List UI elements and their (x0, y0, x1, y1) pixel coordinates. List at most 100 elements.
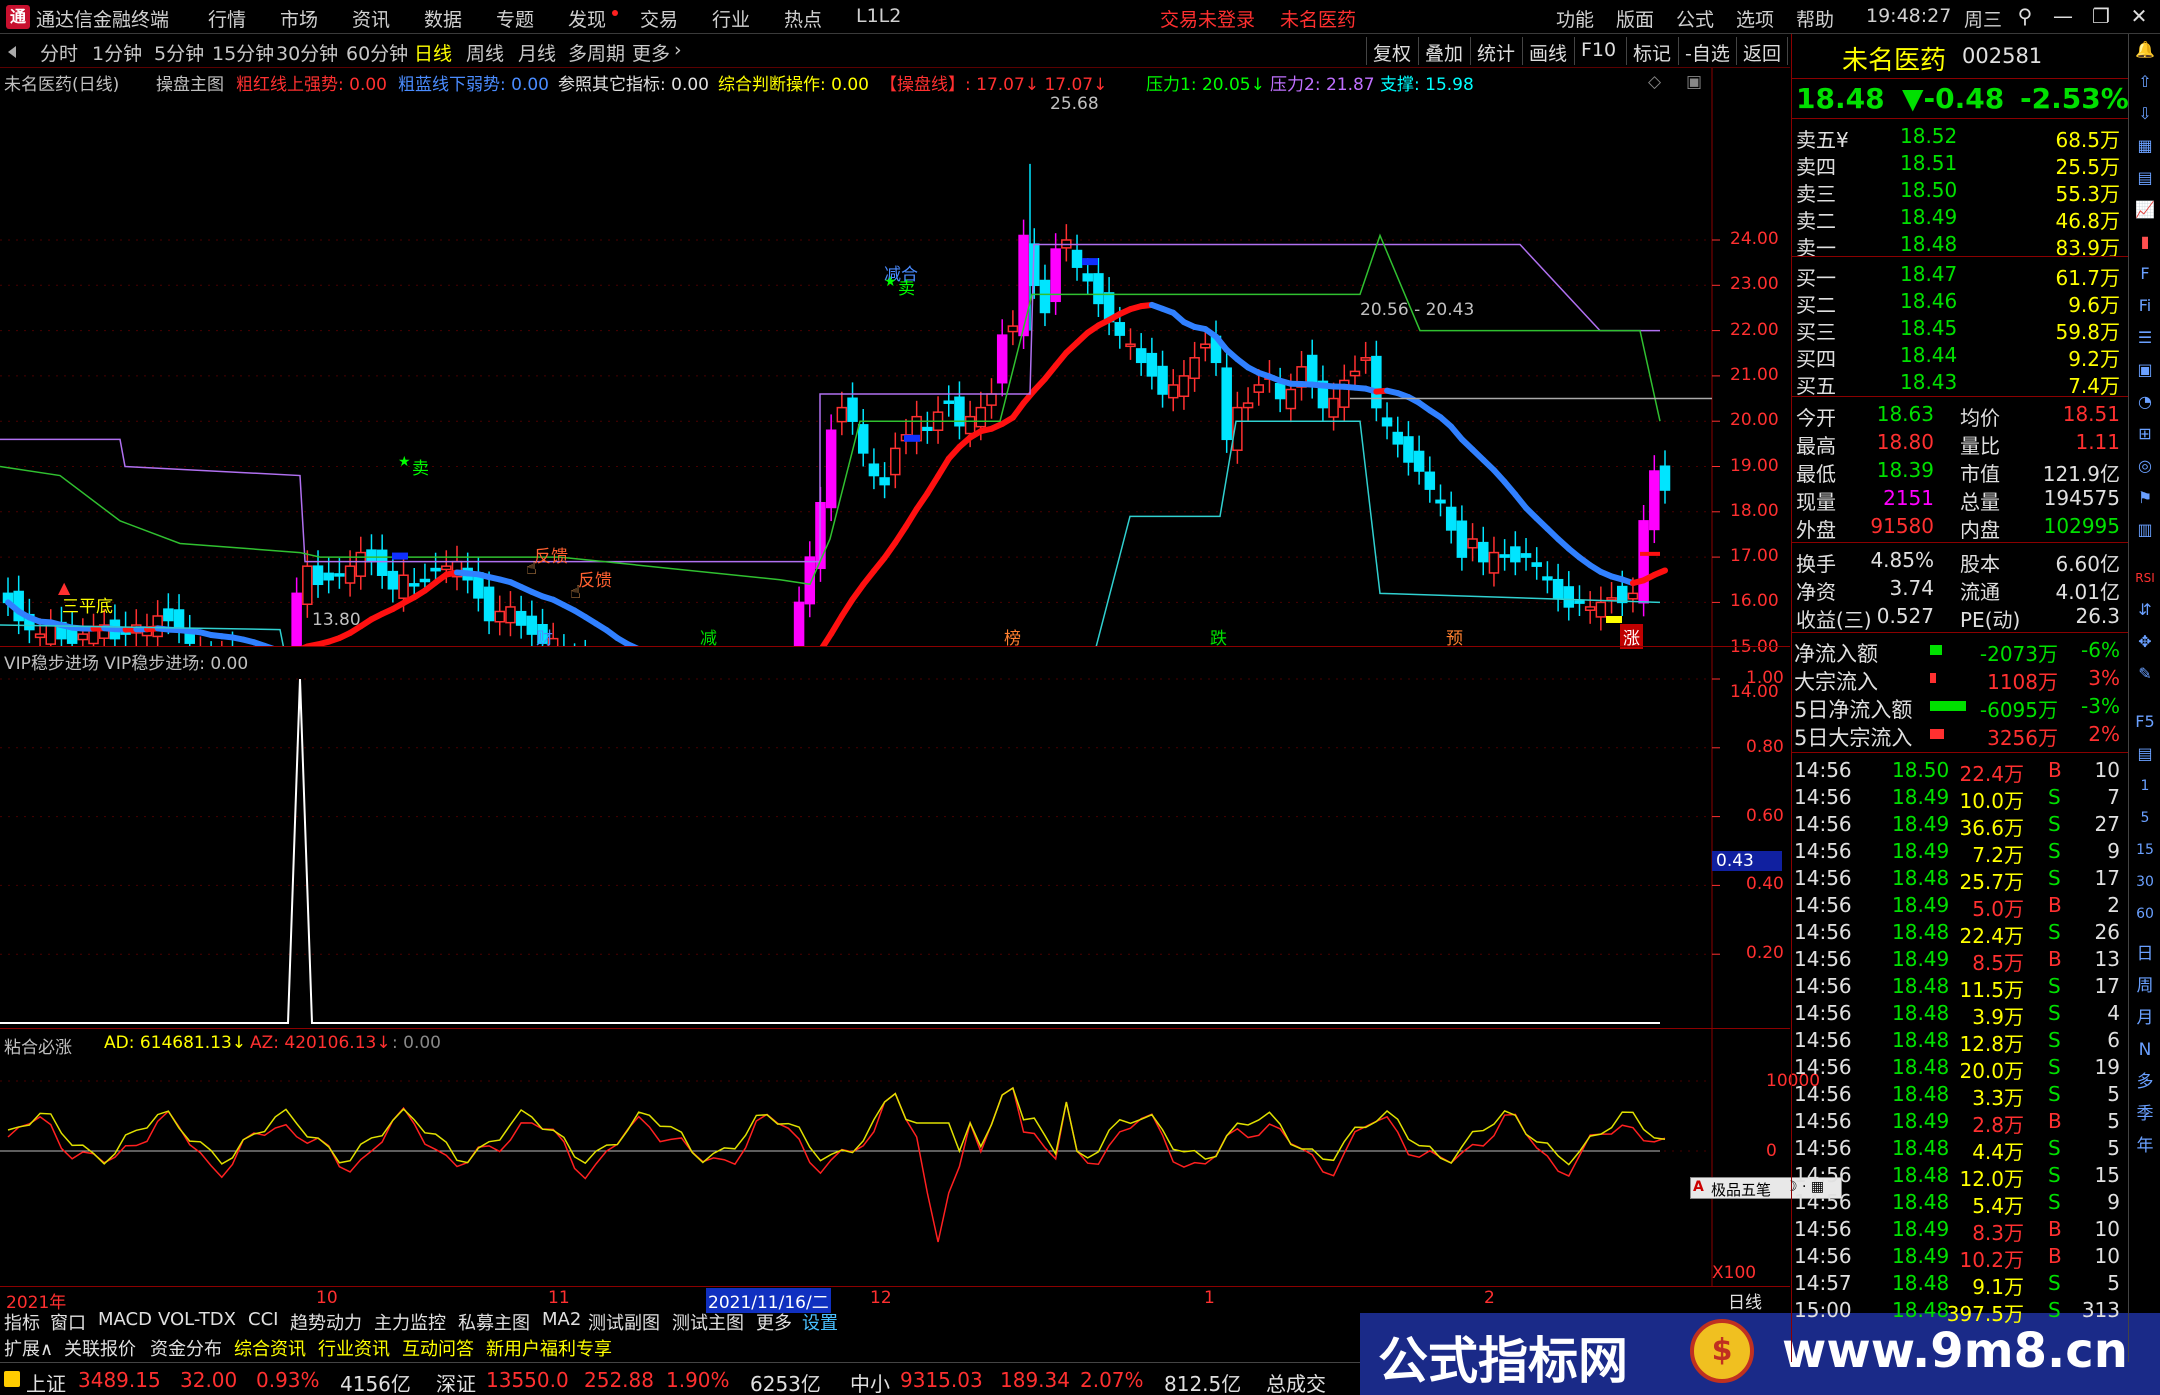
minimize-icon[interactable]: — (2044, 4, 2082, 28)
menu-shichang[interactable]: 市场 (280, 5, 318, 32)
side-period-0[interactable]: 日 (2131, 940, 2159, 968)
main-candlestick-chart[interactable]: 未名医药(日线) 操盘主图 粗红线上强势: 0.00 粗蓝线下弱势: 0.00 … (0, 68, 1790, 702)
tab-test-sub[interactable]: 测试副图 (588, 1309, 660, 1335)
tick-row[interactable]: 14:56 18.48 20.0万 S 19 (1792, 1053, 2128, 1083)
ask-row[interactable]: 卖三 18.50 55.3万 (1792, 176, 2128, 206)
tab-related[interactable]: 关联报价 (64, 1335, 136, 1361)
fin-icon[interactable]: Fi (2131, 292, 2159, 320)
bid-row[interactable]: 买五 18.43 7.4万 (1792, 368, 2128, 398)
nianhe-indicator-canvas[interactable] (0, 1029, 1790, 1287)
ask-row[interactable]: 卖二 18.49 46.8万 (1792, 203, 2128, 233)
arrow-up-icon[interactable]: ⇧ (2131, 68, 2159, 96)
period-30min[interactable]: 30分钟 (276, 39, 338, 66)
bid-row[interactable]: 买二 18.46 9.6万 (1792, 287, 2128, 317)
tick-row[interactable]: 14:56 18.48 12.0万 S 15 (1792, 1161, 2128, 1191)
tick-row[interactable]: 14:56 18.48 4.4万 S 5 (1792, 1134, 2128, 1164)
period-daily[interactable]: 日线 (414, 39, 452, 66)
min-1-icon[interactable]: 1 (2131, 772, 2159, 800)
close-icon[interactable]: ✕ (2120, 4, 2158, 28)
min-60-icon[interactable]: 60 (2131, 900, 2159, 928)
menu-redian[interactable]: 热点 (784, 5, 822, 32)
tick-row[interactable]: 14:56 18.49 10.0万 S 7 (1792, 783, 2128, 813)
tab-qushi[interactable]: 趋势动力 (290, 1309, 362, 1335)
tool-diejia[interactable]: 叠加 (1418, 37, 1469, 65)
rsi-icon[interactable]: RSI (2131, 564, 2159, 592)
menu-banmian[interactable]: 版面 (1616, 5, 1654, 32)
candle-icon[interactable]: ▮ (2131, 228, 2159, 256)
tick-row[interactable]: 14:56 18.49 5.0万 B 2 (1792, 891, 2128, 921)
tab-zhuli[interactable]: 主力监控 (374, 1309, 446, 1335)
period-15min[interactable]: 15分钟 (212, 39, 274, 66)
main-chart-canvas[interactable] (0, 68, 1790, 646)
tick-row[interactable]: 15:00 18.48 397.5万 S 313 (1792, 1296, 2128, 1326)
tick-row[interactable]: 14:56 18.48 11.5万 S 17 (1792, 972, 2128, 1002)
period-more[interactable]: 更多 (632, 39, 670, 66)
calc-icon[interactable]: ▣ (2131, 356, 2159, 384)
tab-welfare[interactable]: 新用户福利专享 (486, 1335, 612, 1361)
fund-icon[interactable]: ⊞ (2131, 420, 2159, 448)
menu-xuanxiang[interactable]: 选项 (1736, 5, 1774, 32)
tick-row[interactable]: 14:56 18.48 3.9万 S 4 (1792, 999, 2128, 1029)
tab-industry[interactable]: 行业资讯 (318, 1335, 390, 1361)
period-prev-icon[interactable] (8, 46, 16, 58)
tab-qa[interactable]: 互动问答 (402, 1335, 474, 1361)
menu-jiaoyi[interactable]: 交易 (640, 5, 678, 32)
chart-line-icon[interactable]: 📈 (2131, 196, 2159, 224)
login-status[interactable]: 交易未登录 (1160, 5, 1255, 32)
tab-macd[interactable]: MACD (98, 1309, 152, 1330)
list-icon[interactable]: ☰ (2131, 324, 2159, 352)
period-weekly[interactable]: 周线 (466, 39, 504, 66)
period-5min[interactable]: 5分钟 (154, 39, 204, 66)
tick-row[interactable]: 14:56 18.48 5.4万 S 9 (1792, 1188, 2128, 1218)
tab-settings[interactable]: 设置 (802, 1309, 838, 1335)
pen-icon[interactable]: ✎ (2131, 660, 2159, 688)
period-fenshi[interactable]: 分时 (40, 39, 78, 66)
side-period-3[interactable]: N (2131, 1036, 2159, 1064)
bid-row[interactable]: 买一 18.47 61.7万 (1792, 260, 2128, 290)
tool-huaxian[interactable]: 画线 (1522, 37, 1573, 65)
period-monthly[interactable]: 月线 (518, 39, 556, 66)
f10-icon[interactable]: F (2131, 260, 2159, 288)
menu-zhuanti[interactable]: 专题 (496, 5, 534, 32)
vip-indicator-canvas[interactable] (0, 647, 1790, 1029)
move-icon[interactable]: ✥ (2131, 628, 2159, 656)
min-5-icon[interactable]: 5 (2131, 804, 2159, 832)
min-30-icon[interactable]: 30 (2131, 868, 2159, 896)
tick-row[interactable]: 14:56 18.48 25.7万 S 17 (1792, 864, 2128, 894)
tab-simu[interactable]: 私募主图 (458, 1309, 530, 1335)
grid-icon[interactable]: ▦ (2131, 132, 2159, 160)
tab-vol-tdx[interactable]: VOL-TDX (158, 1309, 236, 1330)
menu-hangqing[interactable]: 行情 (208, 5, 246, 32)
doc-icon[interactable]: ▥ (2131, 516, 2159, 544)
menu-faxian[interactable]: 发现 (568, 5, 606, 32)
search-icon[interactable]: ⚲ (2006, 4, 2044, 28)
tab-expand[interactable]: 扩展∧ (4, 1335, 53, 1361)
tab-chuangkou[interactable]: 窗口 (50, 1309, 86, 1335)
period-multi[interactable]: 多周期 (568, 39, 625, 66)
tab-cci[interactable]: CCI (248, 1309, 278, 1330)
side-period-6[interactable]: 年 (2131, 1132, 2159, 1160)
f5-icon[interactable]: F5 (2131, 708, 2159, 736)
menu-zixun[interactable]: 资讯 (352, 5, 390, 32)
tab-fund-dist[interactable]: 资金分布 (150, 1335, 222, 1361)
bid-row[interactable]: 买四 18.44 9.2万 (1792, 341, 2128, 371)
period-60min[interactable]: 60分钟 (346, 39, 408, 66)
fs-icon[interactable]: ▤ (2131, 740, 2159, 768)
tick-row[interactable]: 14:56 18.49 8.3万 B 10 (1792, 1215, 2128, 1245)
ask-row[interactable]: 卖五¥ 18.52 68.5万 (1792, 122, 2128, 152)
table-icon[interactable]: ▤ (2131, 164, 2159, 192)
nianhe-indicator-panel[interactable]: 粘合必涨 AD: 614681.13↓ AZ: 420106.13↓ : 0.0… (0, 1028, 1842, 1287)
tool-zixuan[interactable]: -自选 (1678, 37, 1736, 65)
arrow-down-icon[interactable]: ⇩ (2131, 100, 2159, 128)
ask-row[interactable]: 卖一 18.48 83.9万 (1792, 230, 2128, 260)
status-icon[interactable] (4, 1371, 20, 1387)
side-period-4[interactable]: 多 (2131, 1068, 2159, 1096)
min-15-icon[interactable]: 15 (2131, 836, 2159, 864)
tab-test-main[interactable]: 测试主图 (672, 1309, 744, 1335)
tool-fanhui[interactable]: 返回 (1736, 37, 1789, 65)
period-1min[interactable]: 1分钟 (92, 39, 142, 66)
tick-row[interactable]: 14:56 18.49 8.5万 B 13 (1792, 945, 2128, 975)
menu-gongshi[interactable]: 公式 (1676, 5, 1714, 32)
vip-indicator-panel[interactable]: VIP稳步进场 VIP稳步进场: 0.00 1.00 0.80 0.60 0.40 0.… (0, 646, 1790, 1029)
tab-more[interactable]: 更多 (756, 1309, 792, 1335)
